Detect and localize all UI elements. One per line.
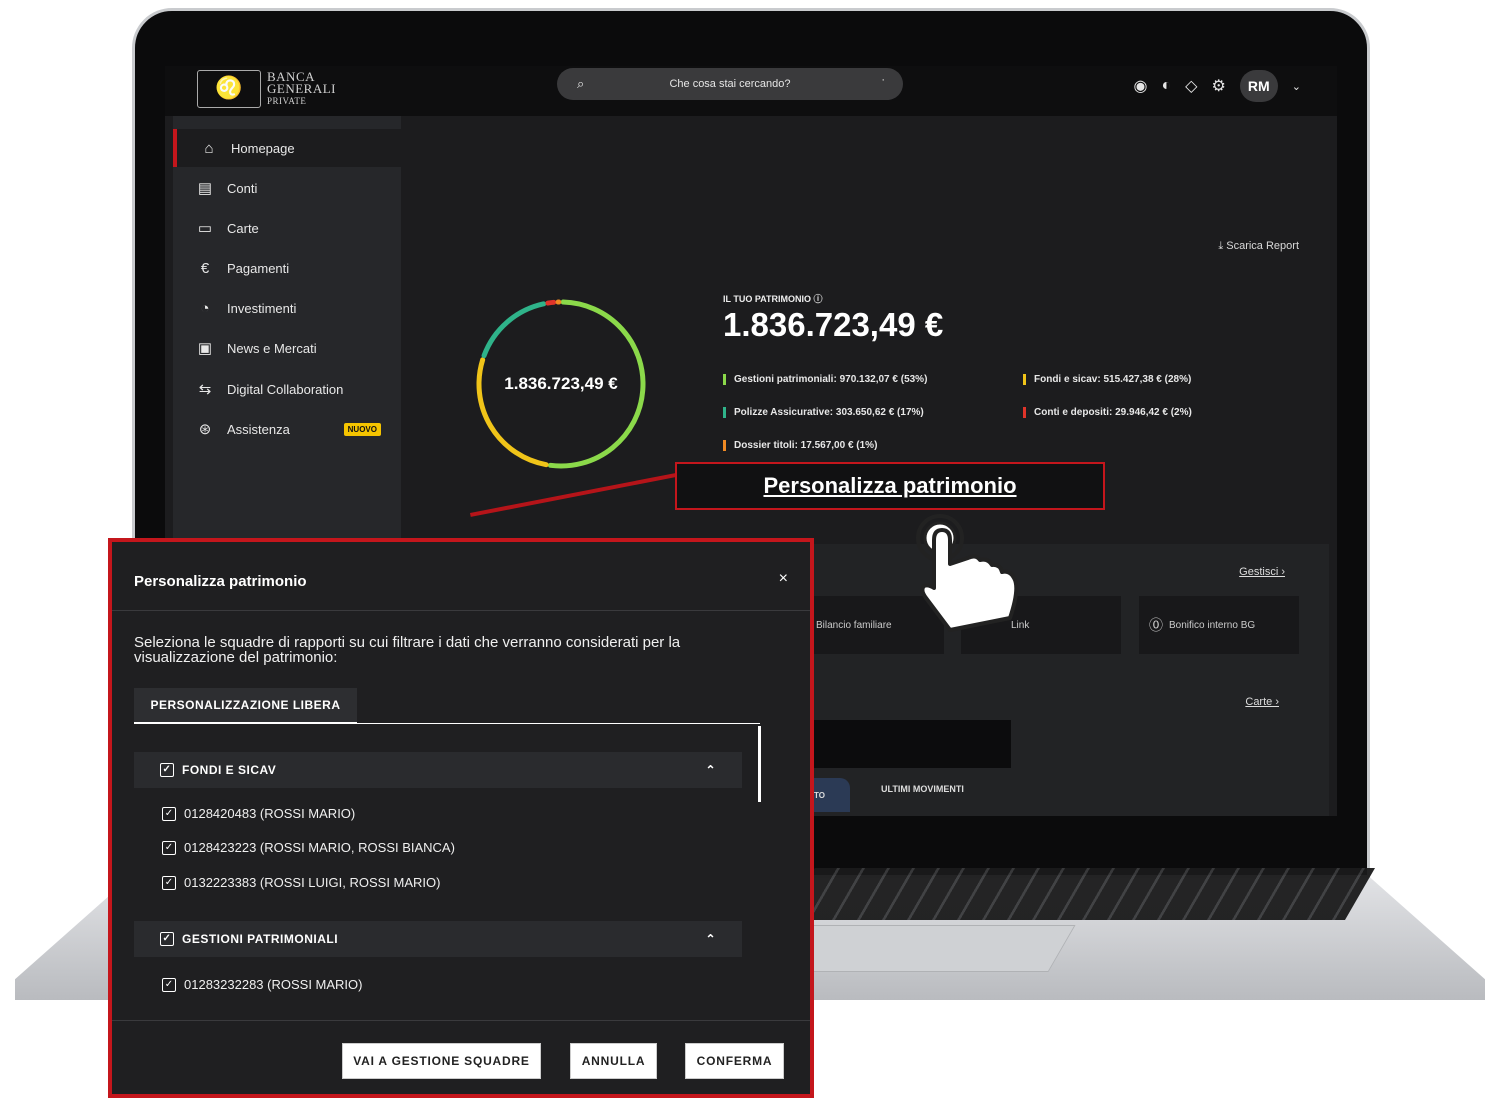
sidebar-item-assistenza[interactable]: ⊛ Assistenza NUOVO: [173, 410, 401, 448]
alloc-dossier: Dossier titoli: 17.567,00 € (1%): [723, 440, 877, 451]
alloc-label: Polizze Assicurative: 303.650,62 € (17%): [734, 407, 924, 418]
pie-icon: ◔: [200, 299, 210, 317]
sidebar-item-homepage[interactable]: ⌂ Homepage: [173, 129, 401, 167]
tab-underline: [134, 723, 760, 724]
close-icon[interactable]: ×: [779, 570, 788, 588]
sidebar-item-label: Pagamenti: [227, 260, 290, 276]
chevron-up-icon[interactable]: ⌃: [705, 763, 716, 777]
sidebar-item-carte[interactable]: ▭ Carte: [173, 209, 401, 247]
row-label: 0128423223 (ROSSI MARIO, ROSSI BIANCA): [184, 840, 455, 855]
divider: [112, 610, 810, 611]
search-dot-icon: ·: [881, 74, 885, 86]
section-title: GESTIONI PATRIMONIALI: [182, 932, 339, 946]
checkbox-checked-icon[interactable]: ✓: [160, 932, 174, 946]
sidebar-item-label: Carte: [227, 220, 259, 236]
alloc-label: Conti e depositi: 29.946,42 € (2%): [1034, 407, 1192, 418]
tab-personalizzazione-libera[interactable]: PERSONALIZZAZIONE LIBERA: [134, 688, 357, 724]
logo-line2: GENERALI: [267, 81, 336, 96]
database-icon: ▤: [197, 180, 213, 197]
section-gestioni-patrimoniali[interactable]: ✓ GESTIONI PATRIMONIALI ⌃: [134, 921, 742, 957]
checkbox-checked-icon[interactable]: ✓: [162, 875, 176, 890]
sidebar-item-news[interactable]: ▣ News e Mercati: [173, 329, 401, 367]
alloc-label: Dossier titoli: 17.567,00 € (1%): [734, 440, 878, 451]
list-item[interactable]: ✓ 01283232283 (ROSSI MARIO): [162, 977, 362, 992]
alloc-polizze: Polizze Assicurative: 303.650,62 € (17%): [723, 407, 924, 418]
annulla-button[interactable]: ANNULLA: [570, 1043, 657, 1079]
home-icon: ⌂: [204, 139, 214, 157]
search-input[interactable]: ⌕ Che cosa stai cercando? ·: [557, 68, 903, 100]
chevron-up-icon[interactable]: ⌃: [705, 932, 716, 946]
chevron-down-icon[interactable]: ⌄: [1292, 80, 1301, 93]
collab-icon: ⇆: [198, 381, 212, 398]
checkbox-checked-icon[interactable]: ✓: [160, 763, 174, 777]
sidebar-item-label: Homepage: [231, 140, 295, 156]
section-title: FONDI E SICAV: [182, 763, 277, 777]
gear-icon[interactable]: ⚙: [1211, 76, 1225, 96]
sidebar-item-pagamenti[interactable]: € Pagamenti: [173, 249, 401, 287]
sidebar-item-label: Assistenza: [227, 421, 290, 437]
sidebar-item-digital-collaboration[interactable]: ⇆ Digital Collaboration: [173, 370, 401, 408]
list-item[interactable]: ✓ 0128420483 (ROSSI MARIO): [162, 806, 355, 821]
topbar: ♌ BANCA GENERALI PRIVATE ⌕ Che cosa stai…: [165, 66, 1337, 116]
scarica-report-link[interactable]: ⤓ Scarica Report: [1218, 240, 1299, 253]
top-icons: ◉ ◐ ◇ ⚙ RM ⌄: [1133, 70, 1301, 102]
tag-icon[interactable]: ◇: [1185, 76, 1197, 96]
checkbox-checked-icon[interactable]: ✓: [162, 840, 176, 855]
sidebar-item-label: Digital Collaboration: [227, 381, 344, 397]
sidebar-item-label: Conti: [227, 180, 258, 196]
tile-label: Bonifico interno BG: [1169, 619, 1256, 631]
sidebar-item-conti[interactable]: ▤ Conti: [173, 169, 401, 207]
conferma-button[interactable]: CONFERMA: [685, 1043, 784, 1079]
tile-bonifico[interactable]: ⓪ Bonifico interno BG: [1139, 596, 1299, 654]
new-badge: NUOVO: [343, 422, 381, 436]
scrollbar[interactable]: [758, 726, 761, 802]
checkbox-checked-icon[interactable]: ✓: [162, 977, 176, 992]
patrimonio-label: IL TUO PATRIMONIO ⓘ: [723, 294, 823, 304]
alloc-gestioni: Gestioni patrimoniali: 970.132,07 € (53%…: [723, 374, 927, 385]
section-fondi-sicav[interactable]: ✓ FONDI E SICAV ⌃: [134, 752, 742, 788]
help-icon: ⊛: [198, 421, 212, 438]
divider: [112, 1020, 810, 1021]
modal-title: Personalizza patrimonio: [134, 573, 307, 590]
alloc-label: Fondi e sicav: 515.427,38 € (28%): [1034, 374, 1192, 385]
tab-ultimi-movimenti[interactable]: ULTIMI MOVIMENTI: [881, 784, 964, 794]
patrimonio-value: 1.836.723,49 €: [723, 306, 944, 343]
alloc-conti: Conti e depositi: 29.946,42 € (2%): [1023, 407, 1192, 418]
vai-gestione-squadre-button[interactable]: VAI A GESTIONE SQUADRE: [342, 1043, 541, 1079]
list-item[interactable]: ✓ 0132223383 (ROSSI LUIGI, ROSSI MARIO): [162, 875, 441, 890]
carte-link[interactable]: Carte ›: [1245, 696, 1279, 708]
modal-description: Seleziona le squadre di rapporti su cui …: [134, 634, 681, 666]
list-item[interactable]: ✓ 0128423223 (ROSSI MARIO, ROSSI BIANCA): [162, 840, 455, 855]
lion-logo-icon: ♌: [197, 70, 261, 108]
logo[interactable]: ♌ BANCA GENERALI PRIVATE: [197, 70, 336, 108]
sidebar-item-label: Investimenti: [227, 300, 297, 316]
personalizza-modal: Personalizza patrimonio × Seleziona le s…: [108, 538, 814, 1098]
sidebar-item-investimenti[interactable]: ◔ Investimenti: [173, 289, 401, 327]
alloc-label: Gestioni patrimoniali: 970.132,07 € (53%…: [734, 374, 928, 385]
euro-icon: €: [200, 259, 210, 277]
personalizza-patrimonio-callout[interactable]: Personalizza patrimonio: [675, 462, 1105, 510]
gestisci-link[interactable]: Gestisci ›: [1239, 566, 1285, 578]
logo-line3: PRIVATE: [267, 96, 307, 106]
keyboard: [784, 868, 1376, 920]
row-label: 0128420483 (ROSSI MARIO): [184, 806, 356, 821]
euro-circle-icon: ⓪: [1149, 617, 1163, 633]
alloc-fondi: Fondi e sicav: 515.427,38 € (28%): [1023, 374, 1191, 385]
row-label: 0132223383 (ROSSI LUIGI, ROSSI MARIO): [184, 875, 441, 890]
pointer-hand-icon: [916, 514, 1019, 632]
card-icon: ▭: [197, 220, 213, 237]
tile-label: Bilancio familiare: [816, 619, 892, 631]
avatar[interactable]: RM: [1239, 70, 1278, 102]
row-label: 01283232283 (ROSSI MARIO): [184, 977, 363, 992]
search-placeholder: Che cosa stai cercando?: [669, 78, 791, 90]
donut-value: 1.836.723,49 €: [504, 374, 618, 393]
news-icon: ▣: [197, 340, 213, 357]
contrast-icon[interactable]: ◐: [1161, 77, 1171, 95]
sidebar-item-label: News e Mercati: [227, 340, 317, 356]
checkbox-checked-icon[interactable]: ✓: [162, 806, 176, 821]
eye-icon[interactable]: ◉: [1133, 76, 1147, 96]
